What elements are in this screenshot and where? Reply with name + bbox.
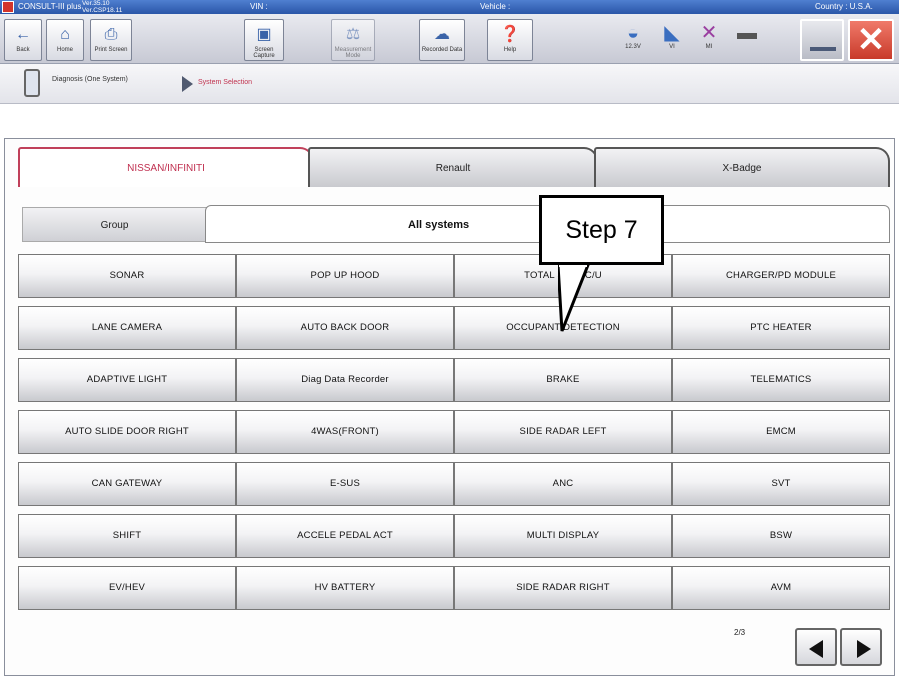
camera-icon: ▣ — [256, 26, 272, 43]
system-button[interactable]: HV BATTERY — [236, 566, 454, 610]
vehicle-label: Vehicle : — [480, 2, 511, 11]
title-bar: CONSULT-III plus Ver.35.10 Ver.CSP18.11 … — [0, 0, 899, 14]
phone-icon — [24, 69, 40, 97]
car-battery-icon: ◒ — [626, 22, 640, 44]
version-line2: Ver.CSP18.11 — [82, 7, 123, 14]
breadcrumb: Diagnosis (One System) System Selection — [0, 64, 899, 104]
country-label: Country : U.S.A. — [815, 2, 873, 11]
help-button[interactable]: ❓ Help — [487, 19, 533, 61]
tab-renault[interactable]: Renault — [308, 147, 598, 187]
system-button[interactable]: AVM — [672, 566, 890, 610]
tab-x-badge[interactable]: X-Badge — [594, 147, 890, 187]
system-button[interactable]: MULTI DISPLAY — [454, 514, 672, 558]
app-logo-icon — [2, 1, 14, 13]
system-button[interactable]: ADAPTIVE LIGHT — [18, 358, 236, 402]
back-button[interactable]: ← Back — [4, 19, 42, 61]
measurement-mode-button[interactable]: ⚖ Measurement Mode — [331, 19, 375, 61]
vi-label: VI — [669, 44, 675, 50]
home-icon: ⌂ — [60, 26, 70, 43]
system-button[interactable]: SHIFT — [18, 514, 236, 558]
system-button[interactable]: 4WAS(FRONT) — [236, 410, 454, 454]
print-screen-label: Print Screen — [94, 47, 128, 53]
toolbar: ← Back ⌂ Home ⎙ Print Screen ▣ Screen Ca… — [0, 14, 899, 64]
close-icon: ✕ — [856, 21, 886, 59]
step-callout: Step 7 — [539, 195, 664, 265]
vi-icon: ◣ — [664, 22, 680, 44]
minimize-button[interactable] — [800, 19, 844, 61]
measurement-mode-label: Measurement Mode — [334, 47, 372, 59]
system-button[interactable]: AUTO SLIDE DOOR RIGHT — [18, 410, 236, 454]
arrow-right-icon — [857, 640, 871, 658]
vin-label: VIN : — [250, 2, 268, 11]
home-button[interactable]: ⌂ Home — [46, 19, 84, 61]
connector-status: ▬ — [730, 22, 764, 44]
recorded-data-button[interactable]: ☁ Recorded Data — [419, 19, 465, 61]
arrow-left-icon: ← — [15, 26, 31, 43]
group-label: Group — [22, 207, 207, 242]
callout-pointer — [558, 265, 590, 332]
mi-status: ✕ MI — [692, 22, 726, 50]
system-button[interactable]: BSW — [672, 514, 890, 558]
breadcrumb-item-system-selection: System Selection — [198, 79, 253, 86]
system-button[interactable]: AUTO BACK DOOR — [236, 306, 454, 350]
battery-status: ◒ 12.3V — [616, 22, 650, 50]
breadcrumb-item-diagnosis[interactable]: Diagnosis (One System) — [52, 75, 132, 84]
system-button[interactable]: E-SUS — [236, 462, 454, 506]
breadcrumb-arrow-icon — [182, 76, 193, 92]
help-button-label: Help — [503, 47, 517, 53]
battery-voltage: 12.3V — [625, 44, 641, 50]
measurement-icon: ⚖ — [345, 26, 361, 43]
system-button[interactable]: SONAR — [18, 254, 236, 298]
previous-page-button[interactable] — [795, 628, 837, 666]
back-button-label: Back — [16, 47, 30, 53]
connector-icon: ▬ — [737, 22, 757, 44]
system-button[interactable]: ANC — [454, 462, 672, 506]
screen-capture-label: Screen Capture — [253, 47, 275, 59]
printer-icon: ⎙ — [104, 26, 118, 43]
close-button[interactable]: ✕ — [848, 19, 894, 61]
system-button[interactable]: SVT — [672, 462, 890, 506]
print-screen-button[interactable]: ⎙ Print Screen — [90, 19, 132, 61]
system-button[interactable]: POP UP HOOD — [236, 254, 454, 298]
system-button[interactable]: BRAKE — [454, 358, 672, 402]
screen-capture-button[interactable]: ▣ Screen Capture — [244, 19, 284, 61]
mi-icon: ✕ — [700, 22, 718, 44]
system-button[interactable]: ACCELE PEDAL ACT — [236, 514, 454, 558]
next-page-button[interactable] — [840, 628, 882, 666]
app-name: CONSULT-III plus — [18, 2, 82, 11]
system-button[interactable]: CHARGER/PD MODULE — [672, 254, 890, 298]
system-button[interactable]: SIDE RADAR RIGHT — [454, 566, 672, 610]
tab-nissan-infiniti[interactable]: NISSAN/INFINITI — [18, 147, 314, 187]
help-icon: ❓ — [500, 26, 520, 43]
recorded-data-label: Recorded Data — [421, 47, 463, 53]
minimize-icon — [810, 47, 836, 51]
system-button[interactable]: LANE CAMERA — [18, 306, 236, 350]
system-button[interactable]: EMCM — [672, 410, 890, 454]
version-line1: Ver.35.10 — [82, 0, 110, 7]
mi-label: MI — [705, 44, 713, 50]
system-button[interactable]: TELEMATICS — [672, 358, 890, 402]
home-button-label: Home — [56, 47, 73, 53]
system-button[interactable]: CAN GATEWAY — [18, 462, 236, 506]
page-indicator: 2/3 — [734, 628, 746, 637]
vi-status: ◣ VI — [655, 22, 689, 50]
system-button[interactable]: EV/HEV — [18, 566, 236, 610]
recorded-data-icon: ☁ — [434, 26, 450, 43]
system-button[interactable]: PTC HEATER — [672, 306, 890, 350]
system-button[interactable]: SIDE RADAR LEFT — [454, 410, 672, 454]
system-button[interactable]: Diag Data Recorder — [236, 358, 454, 402]
arrow-left-icon — [809, 640, 823, 658]
